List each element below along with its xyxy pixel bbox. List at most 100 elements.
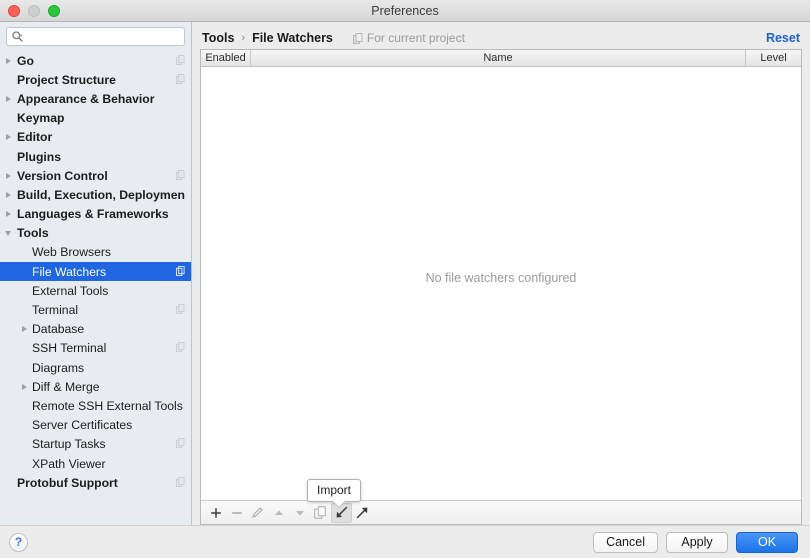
sidebar-item-version-control[interactable]: Version Control (0, 166, 191, 185)
window-controls (0, 5, 60, 17)
triangle-down-icon (294, 507, 306, 519)
main-panel: Tools › File Watchers For current projec… (192, 22, 810, 525)
window-body: Go Project Structure Appearance & Behavior… (0, 22, 810, 525)
preferences-window: Preferences Go Project Structure Appearanc… (0, 0, 810, 558)
sidebar-item-appearance-behavior[interactable]: Appearance & Behavior (0, 89, 191, 108)
apply-button[interactable]: Apply (666, 532, 728, 553)
sidebar-item-label: Server Certificates (32, 418, 185, 432)
sidebar-item-label: Tools (16, 226, 185, 240)
sidebar-item-keymap[interactable]: Keymap (0, 109, 191, 128)
sidebar-item-xpath-viewer[interactable]: XPath Viewer (0, 454, 191, 473)
arrow-up-right-icon (356, 506, 369, 519)
project-scope-icon (176, 73, 185, 87)
project-scope-icon (176, 437, 185, 451)
sidebar-item-remote-ssh-external-tools[interactable]: Remote SSH External Tools (0, 396, 191, 415)
sidebar-item-diagrams[interactable]: Diagrams (0, 358, 191, 377)
sidebar-item-web-browsers[interactable]: Web Browsers (0, 243, 191, 262)
sidebar-item-label: Appearance & Behavior (16, 92, 185, 106)
project-scope-icon (176, 54, 185, 68)
sidebar-item-label: Terminal (32, 303, 176, 317)
chevron-right-icon[interactable] (0, 173, 16, 179)
empty-state-message: No file watchers configured (426, 271, 577, 285)
sidebar-item-plugins[interactable]: Plugins (0, 147, 191, 166)
table-header: Enabled Name Level (201, 50, 801, 67)
sidebar-item-label: Editor (16, 130, 185, 144)
sidebar-item-file-watchers[interactable]: File Watchers (0, 262, 191, 281)
sidebar-item-build-execution-deployment[interactable]: Build, Execution, Deployment (0, 185, 191, 204)
column-header-level[interactable]: Level (746, 50, 801, 66)
sidebar-item-label: Version Control (16, 169, 176, 183)
chevron-right-icon[interactable] (0, 134, 16, 140)
copy-icon (314, 506, 327, 519)
sidebar-item-label: Plugins (16, 150, 185, 164)
column-header-enabled[interactable]: Enabled (201, 50, 251, 66)
cancel-button[interactable]: Cancel (593, 532, 658, 553)
breadcrumb: Tools › File Watchers For current projec… (200, 27, 802, 49)
sidebar-item-label: Keymap (16, 111, 185, 125)
sidebar-item-label: External Tools (32, 284, 185, 298)
sidebar-item-server-certificates[interactable]: Server Certificates (0, 416, 191, 435)
pencil-icon (251, 506, 264, 519)
sidebar-item-label: Remote SSH External Tools (32, 399, 185, 413)
minimize-window-button[interactable] (28, 5, 40, 17)
help-button[interactable]: ? (9, 533, 28, 552)
search-icon (12, 31, 23, 42)
sidebar-item-label: File Watchers (32, 265, 176, 279)
file-watchers-list[interactable]: No file watchers configured (201, 67, 801, 500)
sidebar-item-label: SSH Terminal (32, 341, 176, 355)
ok-button[interactable]: OK (736, 532, 798, 553)
project-scope-icon (176, 341, 185, 355)
project-scope-icon (353, 33, 363, 44)
chevron-right-icon[interactable] (0, 58, 16, 64)
sidebar-item-label: Diagrams (32, 361, 185, 375)
sidebar-item-label: Project Structure (16, 73, 176, 87)
sidebar-item-languages-frameworks[interactable]: Languages & Frameworks (0, 205, 191, 224)
plus-icon (210, 507, 222, 519)
settings-tree[interactable]: Go Project Structure Appearance & Behavior… (0, 50, 191, 525)
sidebar-item-label: Diff & Merge (32, 380, 185, 394)
sidebar-item-database[interactable]: Database (0, 320, 191, 339)
chevron-right-icon[interactable] (0, 96, 16, 102)
sidebar-item-tools[interactable]: Tools (0, 224, 191, 243)
move-up-button[interactable] (268, 503, 289, 523)
reset-link[interactable]: Reset (766, 31, 800, 45)
copy-button[interactable] (310, 503, 331, 523)
settings-sidebar: Go Project Structure Appearance & Behavior… (0, 22, 192, 525)
sidebar-item-label: XPath Viewer (32, 457, 185, 471)
sidebar-item-external-tools[interactable]: External Tools (0, 281, 191, 300)
dialog-footer: ? Cancel Apply OK (0, 525, 810, 558)
chevron-down-icon[interactable] (0, 231, 16, 236)
sidebar-item-label: Database (32, 322, 185, 336)
search-field[interactable] (6, 27, 185, 46)
edit-button[interactable] (247, 503, 268, 523)
column-header-name[interactable]: Name (251, 50, 746, 66)
sidebar-item-startup-tasks[interactable]: Startup Tasks (0, 435, 191, 454)
search-input[interactable] (26, 28, 179, 45)
triangle-up-icon (273, 507, 285, 519)
sidebar-item-label: Build, Execution, Deployment (16, 188, 185, 202)
chevron-right-icon[interactable] (0, 192, 16, 198)
export-button[interactable] (352, 503, 373, 523)
search-container (0, 22, 191, 50)
chevron-right-icon[interactable] (16, 384, 32, 390)
sidebar-item-go[interactable]: Go (0, 51, 191, 70)
sidebar-item-label: Go (16, 54, 176, 68)
chevron-right-icon[interactable] (16, 326, 32, 332)
zoom-window-button[interactable] (48, 5, 60, 17)
sidebar-item-editor[interactable]: Editor (0, 128, 191, 147)
remove-button[interactable] (226, 503, 247, 523)
sidebar-item-terminal[interactable]: Terminal (0, 300, 191, 319)
breadcrumb-separator-icon: › (240, 32, 246, 44)
project-scope-icon (176, 265, 185, 279)
close-window-button[interactable] (8, 5, 20, 17)
sidebar-item-diff-merge[interactable]: Diff & Merge (0, 377, 191, 396)
sidebar-item-ssh-terminal[interactable]: SSH Terminal (0, 339, 191, 358)
sidebar-item-project-structure[interactable]: Project Structure (0, 70, 191, 89)
move-down-button[interactable] (289, 503, 310, 523)
add-button[interactable] (205, 503, 226, 523)
breadcrumb-parent[interactable]: Tools (202, 31, 234, 45)
title-bar: Preferences (0, 0, 810, 22)
sidebar-item-label: Web Browsers (32, 245, 185, 259)
sidebar-item-protobuf-support[interactable]: Protobuf Support (0, 473, 191, 492)
chevron-right-icon[interactable] (0, 211, 16, 217)
